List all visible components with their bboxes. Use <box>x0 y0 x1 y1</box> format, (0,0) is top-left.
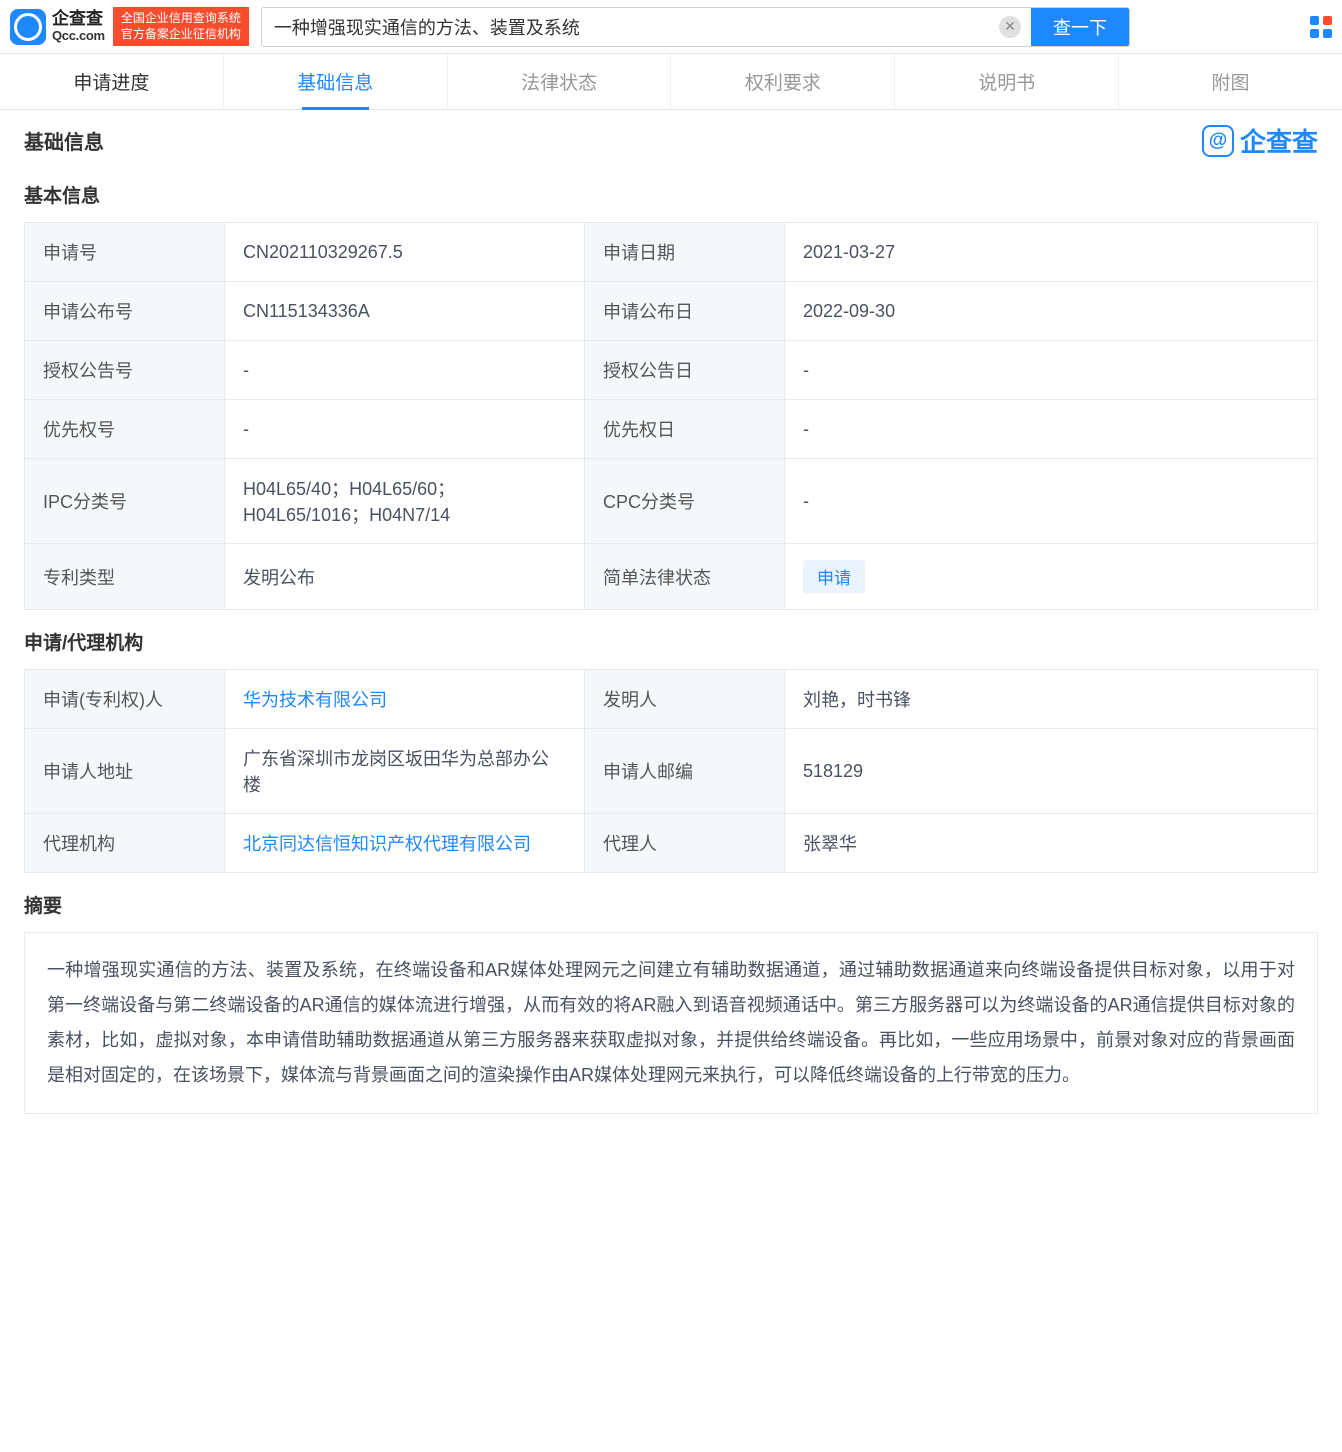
cell-value: - <box>785 400 1318 459</box>
cell-value: 广东省深圳市龙岗区坂田华为总部办公楼 <box>225 729 585 814</box>
cell-label: 代理机构 <box>25 814 225 873</box>
badge-line-2: 官方备案企业征信机构 <box>121 27 241 43</box>
tab-legal-status[interactable]: 法律状态 <box>448 54 672 109</box>
page-title-row: 基础信息 @ 企查查 <box>24 122 1318 159</box>
cell-label: 专利类型 <box>25 544 225 610</box>
official-badge: 全国企业信用查询系统 官方备案企业征信机构 <box>113 7 249 46</box>
cell-value: 华为技术有限公司 <box>225 670 585 729</box>
cell-value: CN115134336A <box>225 282 585 341</box>
cell-value: CN202110329267.5 <box>225 223 585 282</box>
cell-label: 申请人地址 <box>25 729 225 814</box>
table-row: 专利类型发明公布简单法律状态申请 <box>25 544 1318 610</box>
cell-label: 授权公告日 <box>585 341 785 400</box>
cell-value: 刘艳，时书锋 <box>785 670 1318 729</box>
logo[interactable]: 企查查 Qcc.com <box>10 9 105 45</box>
cell-label: 发明人 <box>585 670 785 729</box>
cell-value: 张翠华 <box>785 814 1318 873</box>
cell-value: 北京同达信恒知识产权代理有限公司 <box>225 814 585 873</box>
search-button[interactable]: 查一下 <box>1031 8 1129 46</box>
cell-label: 申请公布日 <box>585 282 785 341</box>
header: 企查查 Qcc.com 全国企业信用查询系统 官方备案企业征信机构 ✕ 查一下 <box>0 0 1342 54</box>
status-badge: 申请 <box>803 560 865 593</box>
logo-url: Qcc.com <box>52 29 105 43</box>
table-row: 申请号CN202110329267.5申请日期2021-03-27 <box>25 223 1318 282</box>
content: 基础信息 @ 企查查 基本信息 申请号CN202110329267.5申请日期2… <box>0 110 1342 1144</box>
cell-label: 申请号 <box>25 223 225 282</box>
table-row: 优先权号-优先权日- <box>25 400 1318 459</box>
cell-label: 代理人 <box>585 814 785 873</box>
tab-drawings[interactable]: 附图 <box>1119 54 1342 109</box>
company-link[interactable]: 华为技术有限公司 <box>243 690 387 710</box>
cell-value: - <box>785 341 1318 400</box>
watermark-icon: @ <box>1202 125 1234 157</box>
search-box: ✕ 查一下 <box>261 7 1130 47</box>
watermark: @ 企查查 <box>1202 122 1318 159</box>
badge-line-1: 全国企业信用查询系统 <box>121 11 241 27</box>
watermark-text: 企查查 <box>1240 122 1318 159</box>
tab-application-progress[interactable]: 申请进度 <box>0 54 224 109</box>
logo-text: 企查查 Qcc.com <box>52 10 105 43</box>
table-row: 申请(专利权)人华为技术有限公司 发明人刘艳，时书锋 <box>25 670 1318 729</box>
section-title-agency: 申请/代理机构 <box>24 628 1318 655</box>
company-link[interactable]: 北京同达信恒知识产权代理有限公司 <box>243 834 531 854</box>
section-title-basic: 基本信息 <box>24 181 1318 208</box>
cell-value: 申请 <box>785 544 1318 610</box>
tab-claims[interactable]: 权利要求 <box>671 54 895 109</box>
cell-label: 申请人邮编 <box>585 729 785 814</box>
cell-value: - <box>225 400 585 459</box>
cell-label: IPC分类号 <box>25 459 225 544</box>
cell-value: 发明公布 <box>225 544 585 610</box>
cell-value: 2021-03-27 <box>785 223 1318 282</box>
cell-value: 518129 <box>785 729 1318 814</box>
table-row: 授权公告号-授权公告日- <box>25 341 1318 400</box>
table-row: 申请公布号CN115134336A申请公布日2022-09-30 <box>25 282 1318 341</box>
cell-value: - <box>785 459 1318 544</box>
table-row: 申请人地址广东省深圳市龙岗区坂田华为总部办公楼申请人邮编518129 <box>25 729 1318 814</box>
cell-value: 2022-09-30 <box>785 282 1318 341</box>
search-input[interactable] <box>262 8 999 46</box>
abstract-text: 一种增强现实通信的方法、装置及系统，在终端设备和AR媒体处理网元之间建立有辅助数… <box>24 932 1318 1114</box>
table-row: 代理机构北京同达信恒知识产权代理有限公司 代理人张翠华 <box>25 814 1318 873</box>
tab-basic-info[interactable]: 基础信息 <box>224 54 448 109</box>
cell-label: CPC分类号 <box>585 459 785 544</box>
basic-info-table: 申请号CN202110329267.5申请日期2021-03-27申请公布号CN… <box>24 222 1318 610</box>
cell-label: 授权公告号 <box>25 341 225 400</box>
section-title-abstract: 摘要 <box>24 891 1318 918</box>
cell-label: 申请公布号 <box>25 282 225 341</box>
apps-icon[interactable] <box>1310 16 1332 38</box>
cell-value: H04L65/40；H04L65/60；H04L65/1016；H04N7/14 <box>225 459 585 544</box>
cell-label: 申请(专利权)人 <box>25 670 225 729</box>
logo-icon <box>10 9 46 45</box>
clear-icon[interactable]: ✕ <box>999 16 1021 38</box>
table-row: IPC分类号H04L65/40；H04L65/60；H04L65/1016；H0… <box>25 459 1318 544</box>
agency-table: 申请(专利权)人华为技术有限公司发明人刘艳，时书锋申请人地址广东省深圳市龙岗区坂… <box>24 669 1318 873</box>
page-title: 基础信息 <box>24 126 104 155</box>
cell-label: 申请日期 <box>585 223 785 282</box>
tab-description[interactable]: 说明书 <box>895 54 1119 109</box>
tab-bar: 申请进度 基础信息 法律状态 权利要求 说明书 附图 <box>0 54 1342 110</box>
cell-label: 简单法律状态 <box>585 544 785 610</box>
logo-cn: 企查查 <box>52 10 105 29</box>
cell-value: - <box>225 341 585 400</box>
cell-label: 优先权日 <box>585 400 785 459</box>
cell-label: 优先权号 <box>25 400 225 459</box>
